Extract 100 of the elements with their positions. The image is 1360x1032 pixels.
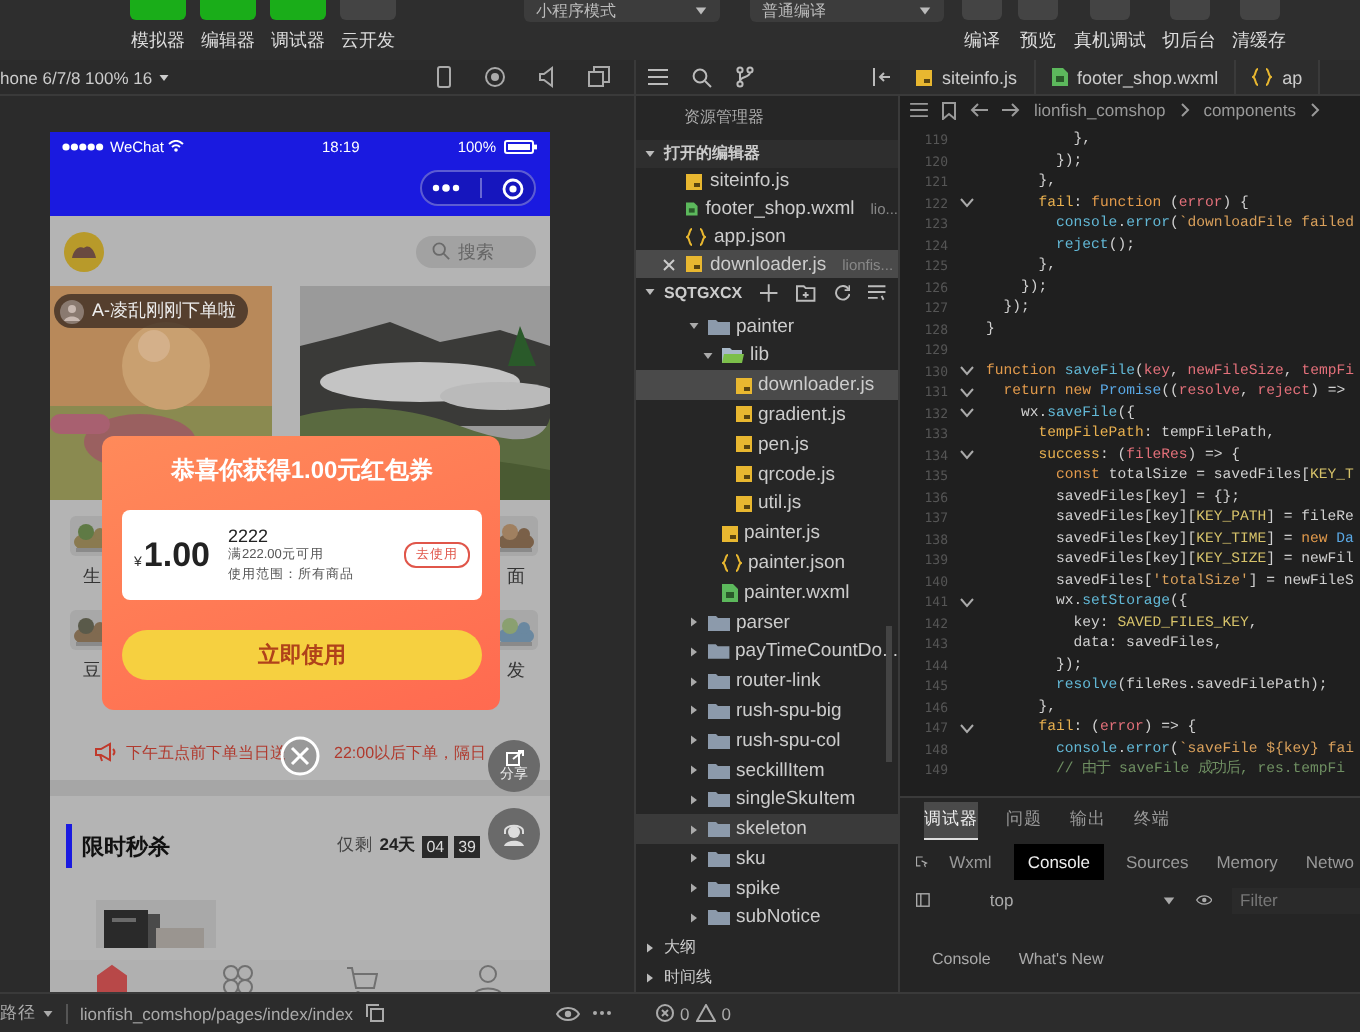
devtools-tab[interactable]: Sources	[1120, 844, 1195, 880]
tree-item[interactable]: util.js	[636, 488, 898, 519]
tree-item[interactable]: painter.wxml	[636, 577, 898, 608]
braces-icon	[722, 553, 742, 572]
capsule-button[interactable]	[420, 170, 536, 206]
support-button[interactable]	[488, 808, 540, 860]
toolbar-button[interactable]: 清缓存	[1226, 0, 1292, 52]
toolbar-button[interactable]: 切后台	[1156, 0, 1222, 52]
editor-tab[interactable]: footer_shop.wxml	[1035, 60, 1237, 94]
new-folder-icon[interactable]	[795, 283, 816, 302]
tree-item[interactable]: painter	[636, 311, 898, 341]
phone-icon[interactable]	[436, 66, 452, 88]
tree-item[interactable]: gradient.js	[636, 400, 898, 430]
panel-tab[interactable]: 调试器	[924, 801, 978, 839]
bookmark-icon[interactable]	[942, 101, 956, 119]
caret-icon	[688, 852, 700, 865]
panel-tab[interactable]: 终端	[1134, 802, 1170, 838]
breadcrumb-item[interactable]: lionfish_comshop	[1034, 100, 1166, 120]
filter-field[interactable]: Filter	[1232, 887, 1360, 913]
devtools-tab[interactable]: Console	[1013, 844, 1105, 880]
windows-icon[interactable]	[588, 66, 610, 88]
folder-icon	[708, 701, 730, 720]
tree-item[interactable]: pen.js	[636, 429, 898, 460]
collapse-icon[interactable]	[872, 68, 892, 86]
project-header[interactable]: SQTGXCX	[644, 283, 743, 302]
toolbar-button[interactable]: 预览	[1012, 0, 1064, 52]
tree-item[interactable]: skeleton	[636, 814, 898, 844]
forward-arrow-icon[interactable]	[1002, 102, 1020, 118]
drawer-tab[interactable]: What's New	[1018, 950, 1104, 968]
view-toggle[interactable]: 模拟器	[126, 0, 190, 52]
devtools-tab[interactable]: Netwo	[1299, 844, 1360, 880]
caret-icon	[42, 1007, 54, 1019]
mode-select[interactable]: 小程序模式	[524, 0, 720, 22]
device-select[interactable]: hone 6/7/8 100% 16	[0, 67, 436, 87]
open-editor-item[interactable]: app.json	[636, 223, 898, 251]
sidebar-icon[interactable]	[916, 890, 930, 910]
more-icon[interactable]	[432, 184, 460, 192]
back-arrow-icon[interactable]	[970, 102, 988, 118]
drawer-tab[interactable]: Console	[932, 950, 991, 968]
eye-icon[interactable]	[1195, 892, 1212, 908]
view-toggle[interactable]: 云开发	[336, 0, 400, 52]
section-header[interactable]: 大纲	[636, 932, 898, 963]
tree-item[interactable]: seckillItem	[636, 755, 898, 785]
category-label[interactable]: 发	[507, 658, 525, 684]
devtools-tab[interactable]: Memory	[1210, 844, 1284, 880]
branch-icon[interactable]	[736, 66, 754, 88]
fold-icon[interactable]	[960, 450, 974, 461]
tree-item[interactable]: painter.js	[636, 518, 898, 549]
category-label[interactable]: 豆	[83, 658, 101, 684]
menu-icon[interactable]	[910, 102, 928, 118]
tree-item[interactable]: payTimeCountDo...	[636, 636, 898, 667]
eye-icon[interactable]	[556, 1005, 580, 1021]
collapse-all-icon[interactable]	[868, 283, 886, 302]
file-icon	[686, 200, 698, 219]
tree-item[interactable]: sku	[636, 844, 898, 874]
page-path-label[interactable]: 路径	[0, 1001, 54, 1025]
fold-icon[interactable]	[960, 723, 974, 734]
category-label[interactable]: 生	[83, 564, 101, 590]
copy-icon[interactable]	[365, 1004, 384, 1022]
inspect-icon[interactable]	[916, 852, 928, 872]
fold-icon[interactable]	[960, 198, 974, 209]
panel-tab[interactable]: 问题	[1006, 802, 1042, 838]
tree-item[interactable]: singleSkuItem	[636, 784, 898, 815]
target-icon[interactable]	[502, 177, 524, 199]
tree-item[interactable]: rush-spu-col	[636, 725, 898, 756]
tree-item[interactable]: parser	[636, 607, 898, 637]
toolbar-button[interactable]: 编译	[956, 0, 1008, 52]
view-toggle[interactable]: 调试器	[266, 0, 330, 52]
tree-item[interactable]: qrcode.js	[636, 459, 898, 489]
breadcrumb-item[interactable]: components	[1203, 100, 1296, 120]
toolbar-button[interactable]: 真机调试	[1068, 0, 1152, 52]
plus-icon[interactable]	[760, 283, 778, 302]
open-editor-item[interactable]: siteinfo.js	[636, 167, 898, 196]
tree-item[interactable]: lib	[636, 340, 898, 371]
section-header[interactable]: 打开的编辑器	[636, 140, 898, 168]
fold-icon[interactable]	[960, 597, 974, 608]
use-now-button[interactable]: 立即使用	[122, 630, 482, 680]
more-icon[interactable]	[592, 1010, 612, 1016]
tree-item[interactable]: spike	[636, 873, 898, 904]
menu-icon[interactable]	[648, 68, 668, 86]
tree-item[interactable]: downloader.js	[636, 370, 898, 401]
section-header[interactable]: 时间线	[636, 962, 898, 992]
record-icon[interactable]	[484, 66, 506, 88]
compile-select[interactable]: 普通编译	[750, 0, 944, 22]
refresh-icon[interactable]	[833, 283, 851, 302]
speaker-icon[interactable]	[538, 66, 556, 88]
context-select[interactable]: top	[949, 890, 1176, 910]
tree-item[interactable]: rush-spu-big	[636, 696, 898, 726]
tree-item[interactable]: painter.json	[636, 548, 898, 578]
warning-icon	[695, 1004, 716, 1022]
view-toggle[interactable]: 编辑器	[196, 0, 260, 52]
caret-icon	[688, 616, 700, 629]
panel-tab[interactable]: 输出	[1070, 802, 1106, 838]
devtools-tab[interactable]: Wxml	[943, 844, 998, 880]
close-icon[interactable]	[662, 258, 676, 273]
search-field[interactable]: 搜索	[416, 235, 536, 267]
tree-item[interactable]: router-link	[636, 666, 898, 697]
tree-item[interactable]: subNotice	[636, 903, 898, 933]
category-label[interactable]: 面	[507, 564, 525, 590]
search-icon[interactable]	[692, 67, 712, 87]
